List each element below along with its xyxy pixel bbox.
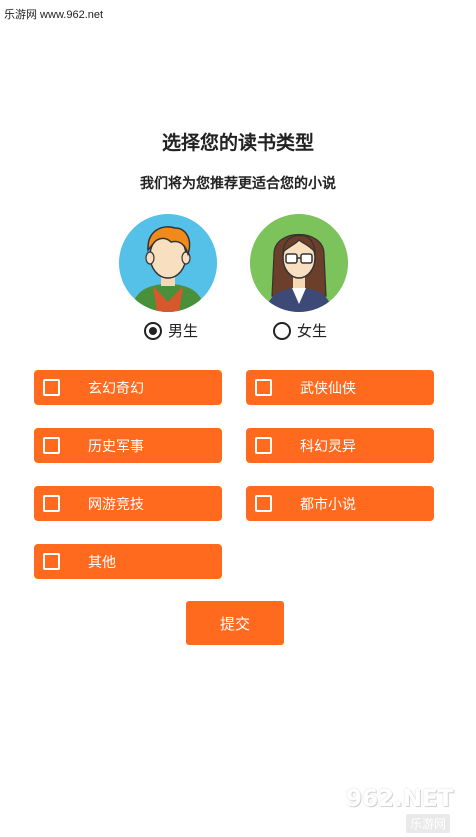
watermark-logo-sub: 乐游网 [406,814,451,833]
checkbox-icon[interactable] [43,379,60,396]
gender-label-female: 女生 [297,322,328,340]
checkbox-icon[interactable] [43,437,60,454]
category-lishi[interactable]: 历史军事 [34,428,222,463]
category-dushi[interactable]: 都市小说 [246,486,434,521]
female-avatar[interactable] [250,214,348,312]
radio-button-female[interactable] [273,321,291,340]
checkbox-icon[interactable] [255,495,272,512]
category-label: 网游竞技 [88,496,144,513]
category-label: 武侠仙侠 [300,380,356,397]
radio-button-male[interactable] [144,321,162,340]
category-label: 其他 [88,554,116,571]
gender-label-male: 男生 [168,322,199,340]
category-wuxia[interactable]: 武侠仙侠 [246,370,434,405]
female-avatar-illustration [250,214,348,312]
category-other[interactable]: 其他 [34,544,222,579]
checkbox-icon[interactable] [43,495,60,512]
category-kehuan[interactable]: 科幻灵异 [246,428,434,463]
category-wangyou[interactable]: 网游竞技 [34,486,222,521]
submit-button[interactable]: 提交 [186,601,284,645]
category-xuanhuan[interactable]: 玄幻奇幻 [34,370,222,405]
checkbox-icon[interactable] [255,437,272,454]
checkbox-icon[interactable] [255,379,272,396]
male-avatar[interactable] [119,214,217,312]
category-label: 玄幻奇幻 [88,380,144,397]
male-avatar-illustration [119,214,217,312]
gender-option-female[interactable]: 女生 [273,320,327,341]
gender-option-male[interactable]: 男生 [144,320,198,341]
watermark-logo-main: 962.NET [346,786,454,812]
watermark-text: 乐游网 www.962.net [4,9,104,21]
category-label: 科幻灵异 [300,438,356,455]
page-title: 选择您的读书类型 [161,132,314,154]
category-label: 历史军事 [88,438,144,455]
category-label: 都市小说 [300,496,356,513]
page-subtitle: 我们将为您推荐更适合您的小说 [140,176,336,192]
watermark-logo: 962.NET 乐游网 [340,786,472,833]
checkbox-icon[interactable] [43,553,60,570]
